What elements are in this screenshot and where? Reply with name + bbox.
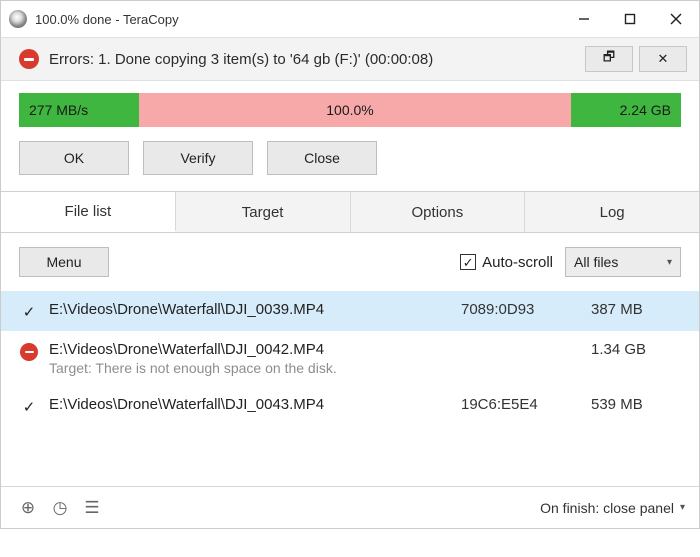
check-icon: ✓	[23, 303, 36, 321]
verify-button[interactable]: Verify	[143, 141, 253, 175]
auto-scroll-label: Auto-scroll	[482, 254, 553, 271]
restore-panel-button[interactable]: 🗗	[585, 46, 633, 72]
checkbox-icon: ✓	[460, 254, 476, 270]
close-panel-button[interactable]: ✕	[639, 46, 687, 72]
tab-log[interactable]: Log	[525, 192, 699, 232]
file-path: E:\Videos\Drone\Waterfall\DJI_0039.MP4	[49, 301, 451, 318]
file-list: ✓ E:\Videos\Drone\Waterfall\DJI_0039.MP4…	[1, 291, 699, 426]
titlebar: 100.0% done - TeraCopy	[1, 1, 699, 37]
table-row[interactable]: ✓ E:\Videos\Drone\Waterfall\DJI_0039.MP4…	[1, 291, 699, 331]
list-icon[interactable]: ☰	[79, 495, 105, 521]
progress-total: 2.24 GB	[571, 93, 681, 127]
tab-target[interactable]: Target	[176, 192, 351, 232]
progress-bar: 277 MB/s 100.0% 2.24 GB	[19, 93, 681, 127]
close-button[interactable]: Close	[267, 141, 377, 175]
app-icon	[9, 10, 27, 28]
chevron-down-icon: ▾	[667, 257, 672, 268]
filter-value: All files	[574, 254, 618, 270]
status-message: Errors: 1. Done copying 3 item(s) to '64…	[49, 51, 585, 68]
check-icon: ✓	[23, 398, 36, 416]
table-row[interactable]: E:\Videos\Drone\Waterfall\DJI_0042.MP4 T…	[1, 331, 699, 386]
auto-scroll-checkbox[interactable]: ✓ Auto-scroll	[460, 254, 553, 271]
menu-button[interactable]: Menu	[19, 247, 109, 277]
file-size: 1.34 GB	[591, 341, 681, 358]
filter-select[interactable]: All files ▾	[565, 247, 681, 277]
status-row: Errors: 1. Done copying 3 item(s) to '64…	[1, 37, 699, 81]
error-icon	[20, 343, 38, 361]
tabs: File list Target Options Log	[1, 191, 699, 233]
on-finish-label: On finish: close panel	[540, 500, 674, 516]
minimize-button[interactable]	[561, 1, 607, 37]
file-hash: 7089:0D93	[461, 301, 581, 318]
file-path: E:\Videos\Drone\Waterfall\DJI_0043.MP4	[49, 396, 451, 413]
error-icon	[19, 49, 39, 69]
file-hash: 19C6:E5E4	[461, 396, 581, 413]
table-row[interactable]: ✓ E:\Videos\Drone\Waterfall\DJI_0043.MP4…	[1, 386, 699, 426]
history-icon[interactable]: ◷	[47, 495, 73, 521]
maximize-button[interactable]	[607, 1, 653, 37]
footer: ⊕ ◷ ☰ On finish: close panel ▾	[1, 486, 699, 528]
ok-button[interactable]: OK	[19, 141, 129, 175]
file-path: E:\Videos\Drone\Waterfall\DJI_0042.MP4	[49, 341, 451, 358]
chevron-down-icon: ▾	[680, 502, 685, 513]
file-size: 387 MB	[591, 301, 681, 318]
progress-speed: 277 MB/s	[19, 93, 139, 127]
file-size: 539 MB	[591, 396, 681, 413]
file-error-message: Target: There is not enough space on the…	[49, 360, 451, 376]
tab-options[interactable]: Options	[351, 192, 526, 232]
on-finish-select[interactable]: On finish: close panel ▾	[540, 500, 685, 516]
window-title: 100.0% done - TeraCopy	[35, 12, 561, 27]
tab-file-list[interactable]: File list	[1, 192, 176, 232]
add-icon[interactable]: ⊕	[15, 495, 41, 521]
close-window-button[interactable]	[653, 1, 699, 37]
